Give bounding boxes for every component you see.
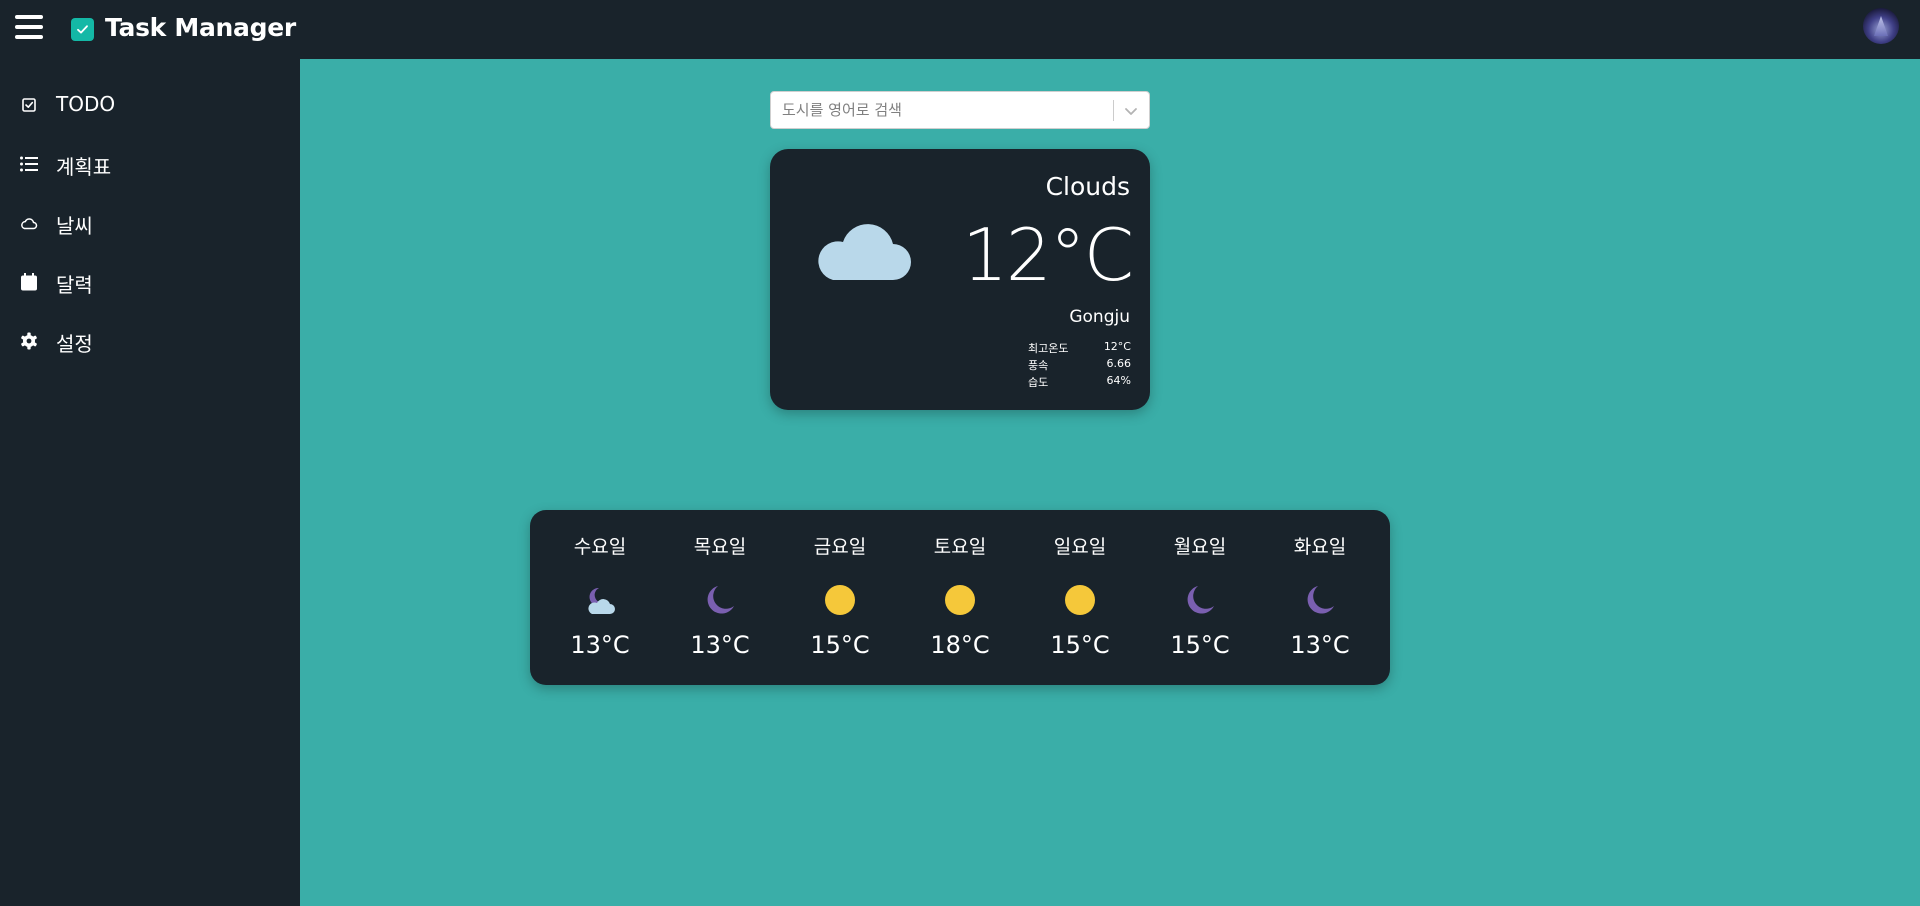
weather-condition: Clouds: [1045, 172, 1130, 201]
city-search[interactable]: [770, 91, 1150, 129]
cloud-icon: [21, 218, 38, 230]
forecast-temp: 15°C: [1170, 631, 1230, 659]
sidebar-item-planner[interactable]: 계획표: [0, 140, 300, 188]
cloud-icon: [818, 224, 911, 280]
forecast-day: 토요일 18°C: [900, 510, 1020, 685]
stat-humidity: 습도 64%: [1028, 374, 1131, 390]
search-divider: [1113, 100, 1114, 121]
moon-cloud-icon: [588, 587, 615, 614]
sidebar-item-settings[interactable]: 설정: [0, 317, 300, 365]
forecast-day-name: 목요일: [693, 536, 747, 558]
calendar-icon: [21, 273, 37, 291]
stat-max-temp: 최고온도 12°C: [1028, 340, 1131, 356]
check-badge-icon: [71, 18, 94, 41]
checkbox-icon: [22, 98, 36, 112]
forecast-temp: 13°C: [1290, 631, 1350, 659]
sun-icon: [825, 585, 855, 615]
app-title: Task Manager: [105, 13, 296, 42]
moon-icon: [1307, 586, 1334, 614]
stat-label: 풍속: [1028, 359, 1049, 372]
weekly-forecast: 수요일 13°C 목요일 13°C 금요일 15°C 토요일 18°C 일요일 …: [530, 510, 1390, 685]
moon-icon: [707, 586, 734, 614]
hamburger-icon[interactable]: [15, 15, 43, 39]
forecast-day: 목요일 13°C: [660, 510, 780, 685]
city-name: Gongju: [1069, 307, 1130, 327]
forecast-day-name: 수요일: [573, 536, 627, 558]
forecast-day: 일요일 15°C: [1020, 510, 1140, 685]
stat-label: 최고온도: [1028, 342, 1069, 355]
forecast-day-name: 월요일: [1173, 536, 1227, 558]
sidebar-item-calendar[interactable]: 달력: [0, 258, 300, 306]
stat-value: 64%: [1106, 374, 1131, 387]
gear-icon: [21, 332, 37, 350]
sidebar-item-weather[interactable]: 날씨: [0, 199, 300, 247]
sidebar-item-label: TODO: [56, 92, 116, 116]
sun-icon: [1065, 585, 1095, 615]
forecast-day: 월요일 15°C: [1140, 510, 1260, 685]
sun-icon: [945, 585, 975, 615]
forecast-temp: 13°C: [570, 631, 630, 659]
moon-icon: [1187, 586, 1214, 614]
forecast-day-name: 일요일: [1053, 536, 1107, 558]
sidebar-item-todo[interactable]: TODO: [0, 81, 300, 129]
current-weather-card: Clouds 12°C Gongju 최고온도 12°C 풍속 6.66 습도 …: [770, 149, 1150, 410]
forecast-day: 화요일 13°C: [1260, 510, 1380, 685]
sidebar: TODO 계획표 날씨 달력 설정: [0, 59, 300, 906]
sidebar-item-label: 계획표: [56, 155, 112, 179]
forecast-day: 수요일 13°C: [540, 510, 660, 685]
current-temperature: 12°C: [962, 213, 1134, 297]
forecast-day-name: 토요일: [933, 536, 987, 558]
city-search-input[interactable]: [771, 92, 1111, 128]
user-avatar[interactable]: [1863, 8, 1899, 44]
stat-value: 12°C: [1103, 340, 1131, 353]
forecast-day: 금요일 15°C: [780, 510, 900, 685]
sidebar-item-label: 달력: [56, 273, 93, 297]
stat-value: 6.66: [1106, 357, 1132, 370]
forecast-temp: 15°C: [1050, 631, 1110, 659]
forecast-temp: 18°C: [930, 631, 990, 659]
list-icon: [20, 156, 38, 172]
chevron-down-icon[interactable]: [1122, 102, 1140, 120]
sidebar-item-label: 날씨: [56, 214, 93, 238]
top-bar: Task Manager: [0, 0, 1920, 59]
forecast-day-name: 화요일: [1293, 536, 1347, 558]
stat-wind-speed: 풍속 6.66: [1028, 357, 1131, 373]
stat-label: 습도: [1028, 376, 1049, 389]
forecast-day-name: 금요일: [813, 536, 867, 558]
forecast-temp: 15°C: [810, 631, 870, 659]
forecast-temp: 13°C: [690, 631, 750, 659]
sidebar-item-label: 설정: [56, 332, 93, 356]
